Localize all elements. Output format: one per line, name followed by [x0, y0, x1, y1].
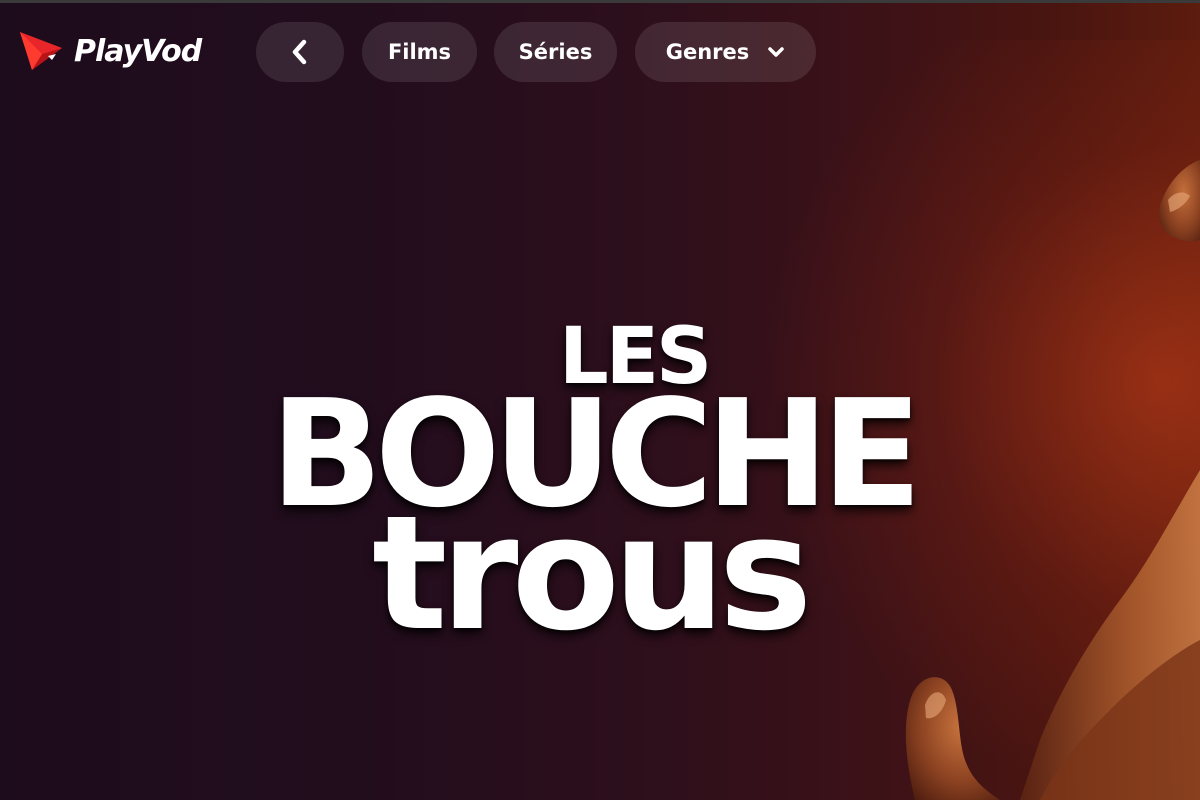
nav-films-button[interactable]: Films: [362, 22, 477, 82]
chevron-down-icon: [768, 47, 785, 57]
chevron-left-icon: [292, 39, 307, 65]
brand-logo[interactable]: PlayVod: [18, 30, 202, 72]
nav-series-label: Séries: [518, 40, 593, 64]
hero-character-artwork: [905, 160, 1200, 800]
nav-genres-dropdown[interactable]: Genres: [635, 22, 816, 82]
page: Les Bouche trous PlayVod Films Séries: [0, 0, 1200, 800]
play-triangle-logo-icon: [20, 32, 62, 70]
nav-series-button[interactable]: Séries: [494, 22, 617, 82]
top-navigation: PlayVod Films Séries Genres: [0, 0, 1200, 100]
nav-films-label: Films: [387, 40, 452, 64]
brand-name: PlayVod: [74, 33, 202, 69]
nav-genres-label: Genres: [665, 40, 750, 64]
back-button[interactable]: [256, 22, 344, 82]
